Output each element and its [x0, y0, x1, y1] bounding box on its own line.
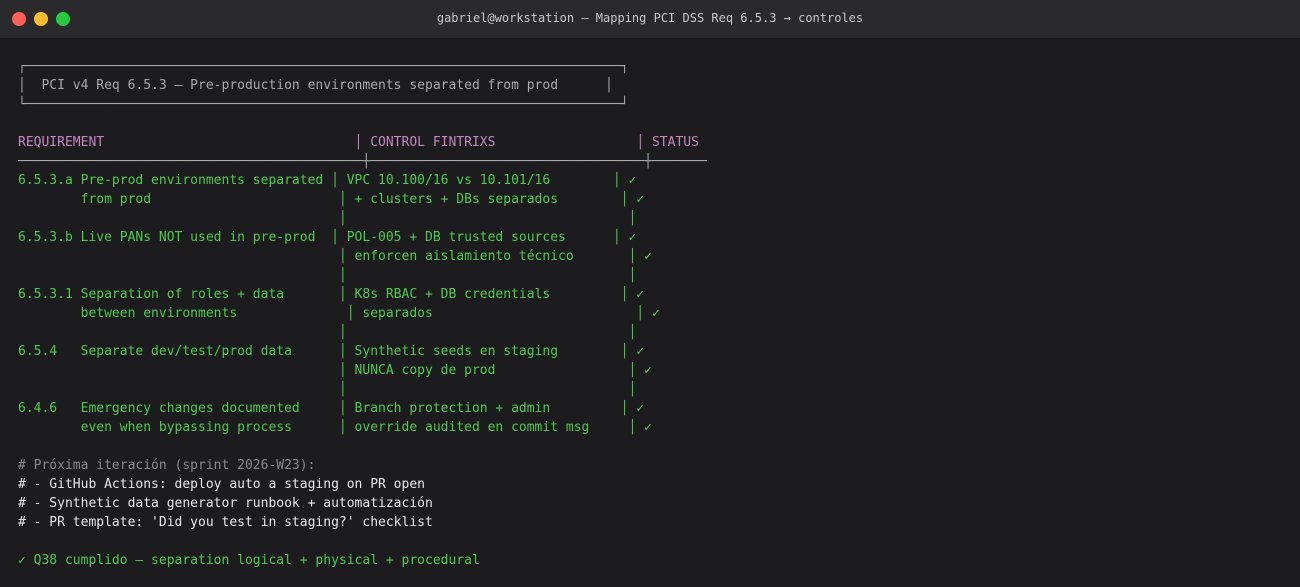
table-rule: ────────────────────────────────────────… [18, 154, 707, 169]
table-row: 6.5.4 Separate dev/test/prod data │ Synt… [18, 344, 645, 359]
table-row: │ │ [18, 268, 637, 283]
banner-top: ┌───────────────────────────────────────… [18, 59, 629, 74]
table-row: │ │ [18, 382, 637, 397]
header-requirement: REQUIREMENT [18, 135, 355, 150]
table-row: │ │ [18, 325, 637, 340]
header-separator: │ [636, 135, 645, 150]
todo-item: # - GitHub Actions: deploy auto a stagin… [18, 477, 425, 492]
table-row: between environments │ separados │ ✓ [18, 306, 660, 321]
table-row: │ NUNCA copy de prod │ ✓ [18, 363, 652, 378]
todo-item: # - Synthetic data generator runbook + a… [18, 496, 433, 511]
terminal-output[interactable]: ┌───────────────────────────────────────… [18, 57, 1300, 570]
terminal-window: gabriel@workstation — Mapping PCI DSS Re… [0, 0, 1300, 587]
header-control: CONTROL FINTRIXS [362, 135, 637, 150]
table-row: │ enforcen aislamiento técnico │ ✓ [18, 249, 652, 264]
table-row: │ │ [18, 211, 637, 226]
banner-text: │ PCI v4 Req 6.5.3 — Pre-production envi… [18, 78, 613, 93]
table-row: 6.5.3.b Live PANs NOT used in pre-prod │… [18, 230, 637, 245]
table-header: REQUIREMENT │ CONTROL FINTRIXS │ STATUS [18, 133, 1300, 152]
table-row: 6.5.3.1 Separation of roles + data │ K8s… [18, 287, 645, 302]
banner-bottom: └───────────────────────────────────────… [18, 97, 629, 112]
window-title: gabriel@workstation — Mapping PCI DSS Re… [436, 11, 864, 25]
comment-header: # Próxima iteración (sprint 2026-W23): [18, 458, 316, 473]
result-line: ✓ Q38 cumplido — separation logical + ph… [18, 553, 480, 568]
table-row: 6.5.3.a Pre-prod environments separated … [18, 173, 637, 188]
title-bar: gabriel@workstation — Mapping PCI DSS Re… [0, 0, 1300, 39]
table-row: 6.4.6 Emergency changes documented │ Bra… [18, 401, 645, 416]
table-row: from prod │ + clusters + DBs separados │… [18, 192, 645, 207]
table-row: even when bypassing process │ override a… [18, 420, 652, 435]
todo-item: # - PR template: 'Did you test in stagin… [18, 515, 433, 530]
header-status: STATUS [644, 135, 699, 150]
